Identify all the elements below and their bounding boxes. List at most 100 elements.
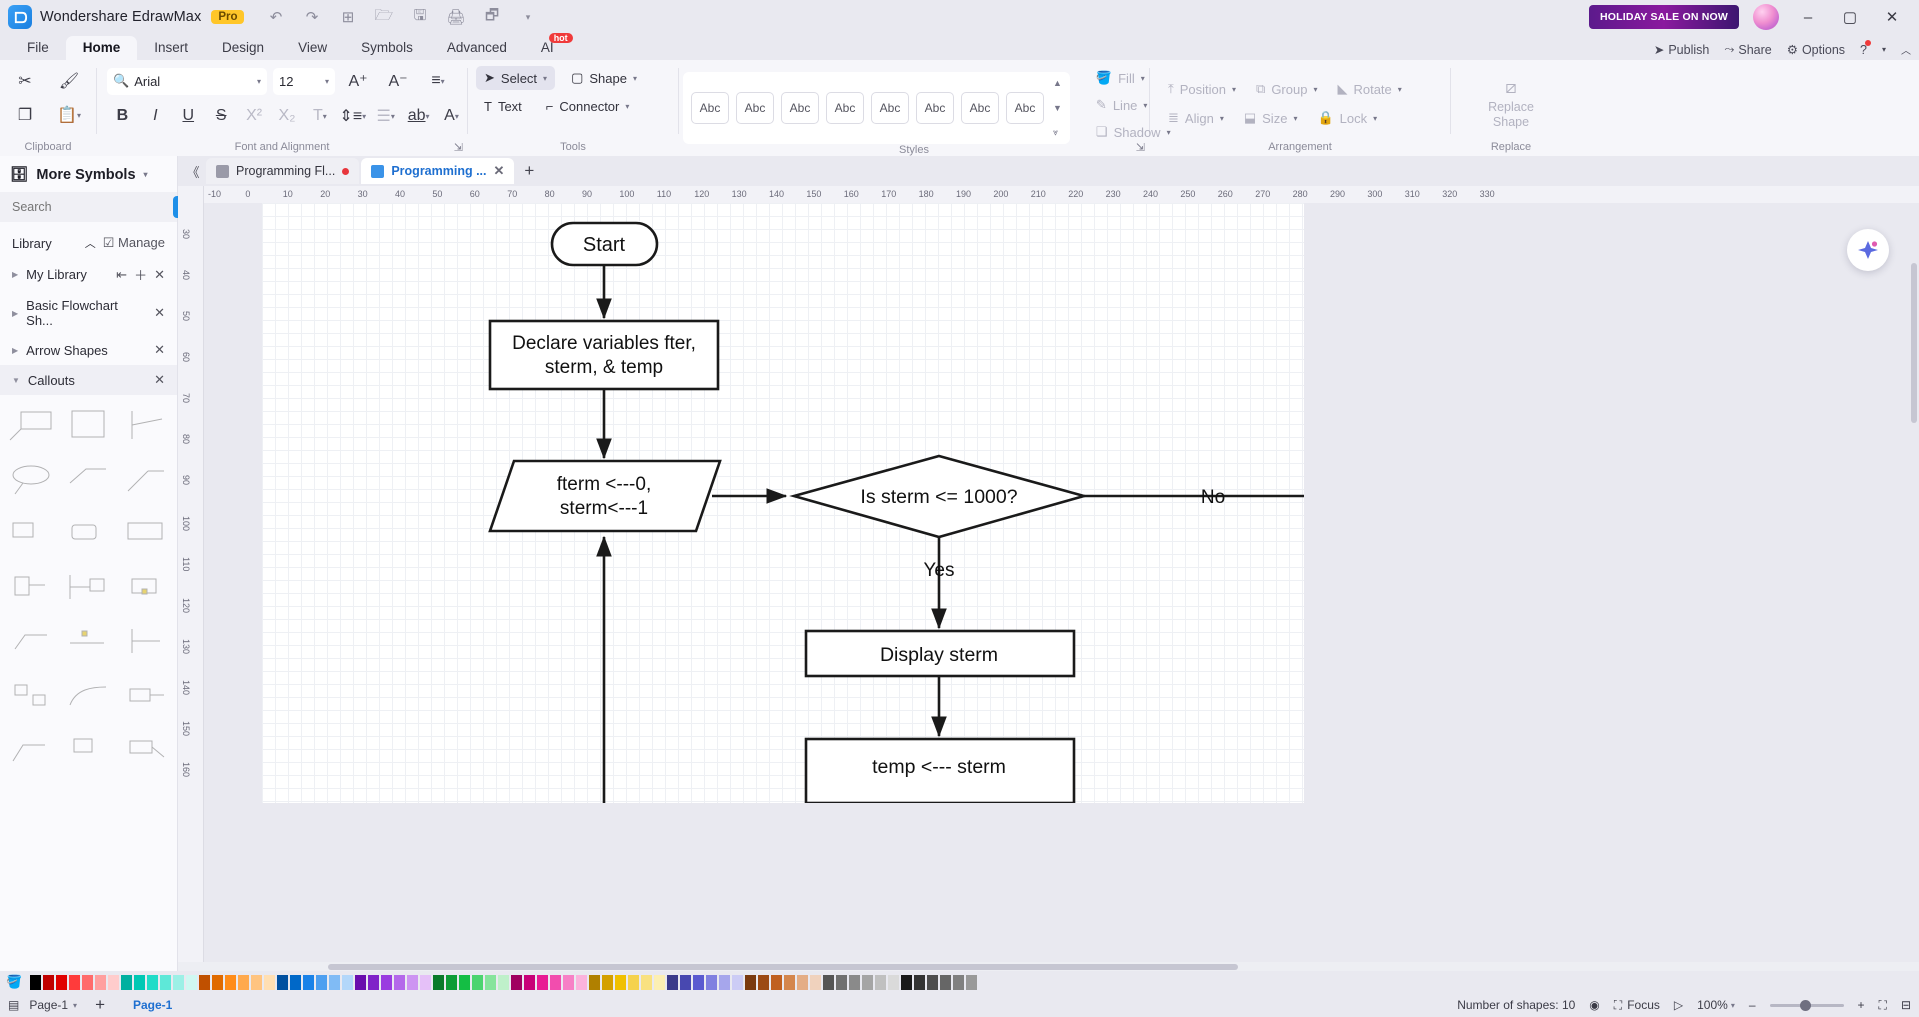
style-swatch[interactable]: Abc	[736, 92, 774, 124]
color-swatch[interactable]	[641, 975, 652, 990]
color-swatch[interactable]	[394, 975, 405, 990]
layers-icon[interactable]: ◉	[1589, 998, 1599, 1012]
add-page-button[interactable]: +	[87, 995, 113, 1015]
undo-icon[interactable]: ↶	[266, 8, 285, 27]
zoom-slider[interactable]	[1770, 1004, 1844, 1007]
callout-shape-thumb[interactable]	[62, 671, 116, 721]
font-family-select[interactable]: 🔍 Arial ▾	[107, 68, 267, 95]
callout-shape-thumb[interactable]	[4, 455, 58, 505]
color-swatch[interactable]	[849, 975, 860, 990]
color-swatch[interactable]	[654, 975, 665, 990]
color-swatch[interactable]	[563, 975, 574, 990]
highlight-icon[interactable]: ab▾	[403, 101, 434, 131]
format-painter-icon[interactable]: 🖌	[52, 66, 86, 96]
horizontal-scrollbar-thumb[interactable]	[328, 964, 1238, 970]
close-library-icon[interactable]: ✕	[154, 305, 165, 321]
color-swatch[interactable]	[771, 975, 782, 990]
menu-symbols[interactable]: Symbols	[344, 36, 430, 60]
color-swatch[interactable]	[316, 975, 327, 990]
styles-dialog-launcher[interactable]: ⇲	[1136, 141, 1145, 154]
vertical-ruler[interactable]: 30405060708090100110120130140150160	[178, 203, 204, 962]
style-swatch[interactable]: Abc	[691, 92, 729, 124]
color-swatch[interactable]	[511, 975, 522, 990]
menu-view[interactable]: View	[281, 36, 344, 60]
focus-button[interactable]: ⛶ Focus	[1614, 998, 1660, 1013]
callout-shape-thumb[interactable]	[119, 509, 173, 559]
fit-page-icon[interactable]: ⛶	[1879, 998, 1887, 1013]
font-color-icon[interactable]: A▾	[436, 101, 467, 131]
text-effects-icon[interactable]: T▾	[304, 101, 335, 131]
color-swatch[interactable]	[745, 975, 756, 990]
save-icon[interactable]: 🖫	[410, 8, 429, 27]
callout-shape-thumb[interactable]	[4, 509, 58, 559]
subscript-icon[interactable]: X₂	[272, 101, 303, 131]
horizontal-ruler[interactable]: -100102030405060708090100110120130140150…	[204, 186, 1919, 203]
color-swatch[interactable]	[277, 975, 288, 990]
menu-ai[interactable]: AI hot	[524, 36, 571, 60]
horizontal-scrollbar[interactable]	[178, 962, 1919, 971]
color-swatch[interactable]	[225, 975, 236, 990]
paragraph-align-icon[interactable]: ≡▾	[421, 66, 455, 96]
text-tool-button[interactable]: T Text	[476, 95, 530, 118]
redo-icon[interactable]: ↷	[302, 8, 321, 27]
color-swatch[interactable]	[329, 975, 340, 990]
menu-design[interactable]: Design	[205, 36, 281, 60]
zoom-in-button[interactable]: +	[1858, 998, 1865, 1012]
color-swatch[interactable]	[95, 975, 106, 990]
close-library-icon[interactable]: ✕	[154, 372, 165, 388]
page-canvas[interactable]: Start Declare variables fter, sterm, & t…	[262, 203, 1304, 803]
color-swatch[interactable]	[368, 975, 379, 990]
color-swatch[interactable]	[82, 975, 93, 990]
bold-icon[interactable]: B	[107, 101, 138, 131]
maximize-button[interactable]: ▢	[1829, 0, 1871, 34]
paste-icon[interactable]: 📋▾	[52, 100, 86, 130]
more-icon[interactable]: ▾	[518, 8, 537, 27]
font-size-select[interactable]: 12 ▾	[273, 68, 335, 95]
color-swatch[interactable]	[303, 975, 314, 990]
sidebar-item-my-library[interactable]: ▶ My Library ⇤ ＋ ✕	[0, 258, 177, 291]
help-icon[interactable]: ?	[1860, 43, 1867, 57]
print-icon[interactable]: 🖨	[446, 8, 465, 27]
color-swatch[interactable]	[888, 975, 899, 990]
style-swatch[interactable]: Abc	[781, 92, 819, 124]
color-swatch[interactable]	[186, 975, 197, 990]
color-swatch[interactable]	[43, 975, 54, 990]
callout-shape-thumb[interactable]	[119, 617, 173, 667]
color-swatch[interactable]	[823, 975, 834, 990]
color-swatch[interactable]	[940, 975, 951, 990]
styles-expand-icon[interactable]: ⩔	[1053, 127, 1062, 138]
collapse-ribbon-icon[interactable]: ︿	[1901, 42, 1911, 57]
page-selector[interactable]: Page-1 ▾	[29, 998, 77, 1012]
search-input[interactable]	[0, 200, 173, 214]
color-swatch[interactable]	[30, 975, 41, 990]
color-swatch[interactable]	[251, 975, 262, 990]
color-swatch[interactable]	[797, 975, 808, 990]
zoom-out-button[interactable]: –	[1749, 998, 1756, 1012]
callout-shape-thumb[interactable]	[4, 671, 58, 721]
import-library-icon[interactable]: ⇤	[116, 267, 127, 283]
color-swatch[interactable]	[199, 975, 210, 990]
style-swatch[interactable]: Abc	[961, 92, 999, 124]
callout-shape-thumb[interactable]	[119, 455, 173, 505]
color-swatch[interactable]	[706, 975, 717, 990]
color-swatch[interactable]	[173, 975, 184, 990]
new-icon[interactable]: ⊞	[338, 8, 357, 27]
font-dialog-launcher[interactable]: ⇲	[454, 141, 463, 154]
color-swatch[interactable]	[459, 975, 470, 990]
style-swatch[interactable]: Abc	[1006, 92, 1044, 124]
style-swatch[interactable]: Abc	[916, 92, 954, 124]
zoom-slider-knob[interactable]	[1800, 1000, 1811, 1011]
color-swatch[interactable]	[407, 975, 418, 990]
color-swatch[interactable]	[914, 975, 925, 990]
color-swatch[interactable]	[355, 975, 366, 990]
size-button[interactable]: ⬓ Size▾	[1236, 106, 1306, 130]
close-library-icon[interactable]: ✕	[154, 342, 165, 358]
holiday-sale-banner[interactable]: HOLIDAY SALE ON NOW	[1589, 5, 1739, 29]
color-swatch[interactable]	[238, 975, 249, 990]
color-swatch[interactable]	[537, 975, 548, 990]
callout-shape-thumb[interactable]	[4, 617, 58, 667]
cut-icon[interactable]: ✂	[8, 66, 42, 96]
color-swatch[interactable]	[56, 975, 67, 990]
manage-button[interactable]: ☑ Manage	[103, 235, 165, 251]
callout-shape-thumb[interactable]	[119, 563, 173, 613]
